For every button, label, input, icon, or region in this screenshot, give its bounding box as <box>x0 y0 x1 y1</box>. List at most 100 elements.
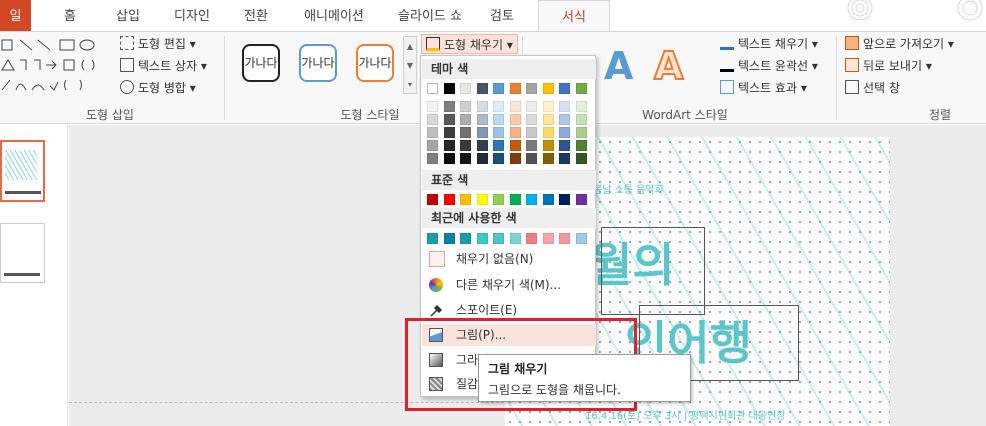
theme-shade-swatch[interactable] <box>476 153 488 164</box>
theme-shade-swatch[interactable] <box>476 101 488 112</box>
theme-shade-swatch[interactable] <box>427 101 438 112</box>
recent-color-swatch[interactable] <box>526 233 537 244</box>
theme-color-swatch[interactable] <box>427 83 438 94</box>
theme-shade-swatch[interactable] <box>427 114 438 125</box>
theme-shade-swatch[interactable] <box>476 140 488 151</box>
recent-color-swatch[interactable] <box>542 233 554 244</box>
theme-shade-swatch[interactable] <box>559 114 570 125</box>
theme-shade-swatch[interactable] <box>493 153 504 164</box>
tab-animations[interactable]: 애니메이션 <box>291 0 377 31</box>
tab-slideshow[interactable]: 슬라이드 쇼 <box>390 0 470 31</box>
theme-shade-swatch[interactable] <box>460 114 471 125</box>
theme-shade-swatch[interactable] <box>526 127 537 138</box>
recent-color-swatch[interactable] <box>460 233 471 244</box>
theme-shade-swatch[interactable] <box>509 153 521 164</box>
theme-shade-swatch[interactable] <box>460 127 471 138</box>
theme-shade-swatch[interactable] <box>542 127 554 138</box>
selection-pane-button[interactable]: 선택 창 <box>845 78 900 98</box>
shape-style-preset[interactable]: 가나다 <box>356 44 394 82</box>
theme-shade-swatch[interactable] <box>427 127 438 138</box>
theme-shade-swatch[interactable] <box>443 140 455 151</box>
theme-shade-swatch[interactable] <box>526 101 537 112</box>
theme-shade-swatch[interactable] <box>509 127 521 138</box>
recent-color-swatch[interactable] <box>476 233 488 244</box>
tab-review[interactable]: 검토 <box>482 0 522 31</box>
wordart-style-blue[interactable]: A <box>604 44 633 88</box>
theme-shade-swatch[interactable] <box>559 127 570 138</box>
recent-color-swatch[interactable] <box>559 233 570 244</box>
theme-color-swatch[interactable] <box>526 83 537 94</box>
tab-transitions[interactable]: 전환 <box>236 0 276 31</box>
standard-color-swatch[interactable] <box>509 194 521 205</box>
text-fill-button[interactable]: 텍스트 채우기 ▾ <box>720 34 818 54</box>
theme-color-swatch[interactable] <box>493 83 504 94</box>
theme-shade-swatch[interactable] <box>493 140 504 151</box>
standard-color-swatch[interactable] <box>575 194 587 205</box>
theme-shade-swatch[interactable] <box>427 140 438 151</box>
gallery-scroll[interactable]: ▲ ▼ ▾ <box>403 36 417 94</box>
merge-shapes-button[interactable]: 도형 병합 ▾ <box>120 78 196 98</box>
theme-shade-swatch[interactable] <box>443 114 455 125</box>
theme-shade-swatch[interactable] <box>542 153 554 164</box>
tab-insert[interactable]: 삽입 <box>108 0 148 31</box>
standard-color-swatch[interactable] <box>526 194 537 205</box>
theme-shade-swatch[interactable] <box>460 140 471 151</box>
bring-forward-button[interactable]: 앞으로 가져오기 ▾ <box>845 34 954 54</box>
theme-shade-swatch[interactable] <box>559 153 570 164</box>
theme-shade-swatch[interactable] <box>526 140 537 151</box>
theme-color-swatch[interactable] <box>559 83 570 94</box>
text-outline-button[interactable]: 텍스트 윤곽선 ▾ <box>720 56 818 76</box>
theme-shade-swatch[interactable] <box>559 140 570 151</box>
slide-thumbnail-2[interactable] <box>0 223 45 283</box>
standard-color-swatch[interactable] <box>443 194 455 205</box>
theme-shade-swatch[interactable] <box>509 101 521 112</box>
standard-color-swatch[interactable] <box>493 194 504 205</box>
shape-style-preset[interactable]: 가나다 <box>242 44 280 82</box>
theme-shade-swatch[interactable] <box>542 140 554 151</box>
theme-shade-swatch[interactable] <box>575 153 587 164</box>
edit-shape-button[interactable]: 도형 편집 ▾ <box>120 34 196 54</box>
theme-shade-swatch[interactable] <box>427 153 438 164</box>
shape-fill-button[interactable]: 도형 채우기 ▾ <box>421 34 518 54</box>
standard-color-swatch[interactable] <box>476 194 488 205</box>
no-fill-item[interactable]: 채우기 없음(N) <box>422 248 596 270</box>
recent-color-swatch[interactable] <box>509 233 521 244</box>
theme-shade-swatch[interactable] <box>476 114 488 125</box>
slide-thumbnail-1[interactable] <box>0 140 45 202</box>
send-backward-button[interactable]: 뒤로 보내기 ▾ <box>845 56 932 76</box>
tab-format[interactable]: 서식 <box>538 0 610 32</box>
recent-color-swatch[interactable] <box>493 233 504 244</box>
standard-color-swatch[interactable] <box>460 194 471 205</box>
tab-file[interactable]: 일 <box>0 0 31 31</box>
theme-shade-swatch[interactable] <box>575 101 587 112</box>
theme-color-swatch[interactable] <box>542 83 554 94</box>
theme-shade-swatch[interactable] <box>542 114 554 125</box>
selection-frame[interactable] <box>601 227 705 315</box>
tab-home[interactable]: 홈 <box>52 0 88 31</box>
tab-design[interactable]: 디자인 <box>163 0 221 31</box>
theme-shade-swatch[interactable] <box>575 140 587 151</box>
standard-color-swatch[interactable] <box>542 194 554 205</box>
theme-shade-swatch[interactable] <box>493 127 504 138</box>
standard-color-swatch[interactable] <box>427 194 438 205</box>
theme-color-swatch[interactable] <box>460 83 471 94</box>
recent-color-swatch[interactable] <box>443 233 455 244</box>
shape-style-preset[interactable]: 가나다 <box>299 44 337 82</box>
theme-shade-swatch[interactable] <box>493 101 504 112</box>
theme-shade-swatch[interactable] <box>575 127 587 138</box>
text-box-button[interactable]: 텍스트 상자 ▾ <box>120 56 207 76</box>
theme-shade-swatch[interactable] <box>460 101 471 112</box>
theme-shade-swatch[interactable] <box>509 114 521 125</box>
theme-color-swatch[interactable] <box>443 83 455 94</box>
wordart-style-orange[interactable]: A <box>653 43 684 89</box>
theme-shade-swatch[interactable] <box>443 153 455 164</box>
theme-shade-swatch[interactable] <box>509 140 521 151</box>
theme-color-swatch[interactable] <box>509 83 521 94</box>
more-fill-colors-item[interactable]: 다른 채우기 색(M)... <box>422 274 596 296</box>
standard-color-swatch[interactable] <box>559 194 570 205</box>
theme-shade-swatch[interactable] <box>460 153 471 164</box>
recent-color-swatch[interactable] <box>427 233 438 244</box>
theme-shade-swatch[interactable] <box>559 101 570 112</box>
theme-color-swatch[interactable] <box>575 83 587 94</box>
theme-shade-swatch[interactable] <box>542 101 554 112</box>
